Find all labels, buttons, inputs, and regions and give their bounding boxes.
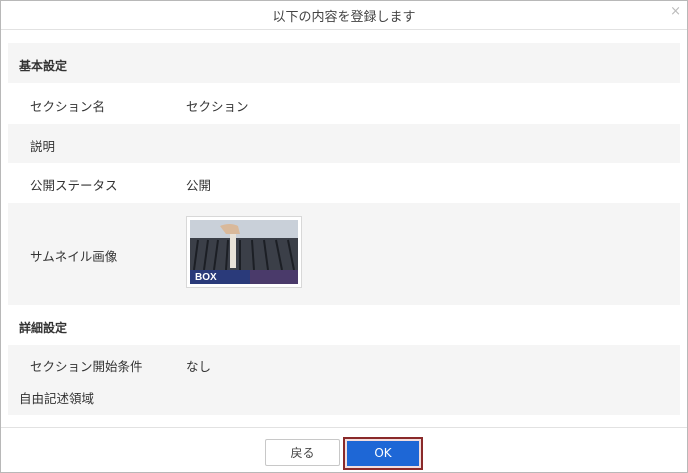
start-condition-value: なし [186, 359, 212, 374]
basic-settings-title: 基本設定 [19, 59, 68, 73]
section-name-row: セクション名 セクション [8, 83, 680, 124]
thumbnail-row: サムネイル画像 BOX [8, 203, 680, 305]
description-row: 説明 [8, 124, 680, 163]
start-condition-label: セクション開始条件 [30, 359, 143, 374]
section-name-label: セクション名 [30, 99, 106, 114]
dialog-footer: 戻る OK [1, 427, 687, 473]
basic-settings-header: 基本設定 [8, 43, 680, 83]
ok-button[interactable]: OK [347, 441, 419, 466]
status-value: 公開 [186, 178, 212, 193]
dialog-title-bar: 以下の内容を登録します × [1, 1, 687, 30]
thumbnail-caption: BOX [195, 272, 217, 283]
ok-button-highlight: OK [343, 437, 423, 470]
register-dialog: 以下の内容を登録します × 基本設定 セクション名 セクション 説明 公開ステー… [0, 0, 688, 473]
advanced-settings-title: 詳細設定 [19, 321, 68, 335]
thumbnail-label: サムネイル画像 [30, 249, 118, 264]
back-button[interactable]: 戻る [265, 439, 340, 466]
advanced-settings-header: 詳細設定 [8, 305, 680, 345]
status-label: 公開ステータス [30, 178, 118, 193]
status-row: 公開ステータス 公開 [8, 163, 680, 203]
description-label: 説明 [30, 139, 56, 154]
free-text-label: 自由記述領域 [19, 391, 95, 406]
dialog-content: 基本設定 セクション名 セクション 説明 公開ステータス 公開 サムネイル画像 [8, 43, 680, 415]
section-name-value: セクション [186, 99, 249, 114]
close-icon[interactable]: × [670, 5, 681, 19]
thumbnail-image: BOX [186, 216, 302, 288]
start-condition-row: セクション開始条件 なし 自由記述領域 [8, 345, 680, 415]
dialog-title: 以下の内容を登録します [272, 10, 416, 25]
